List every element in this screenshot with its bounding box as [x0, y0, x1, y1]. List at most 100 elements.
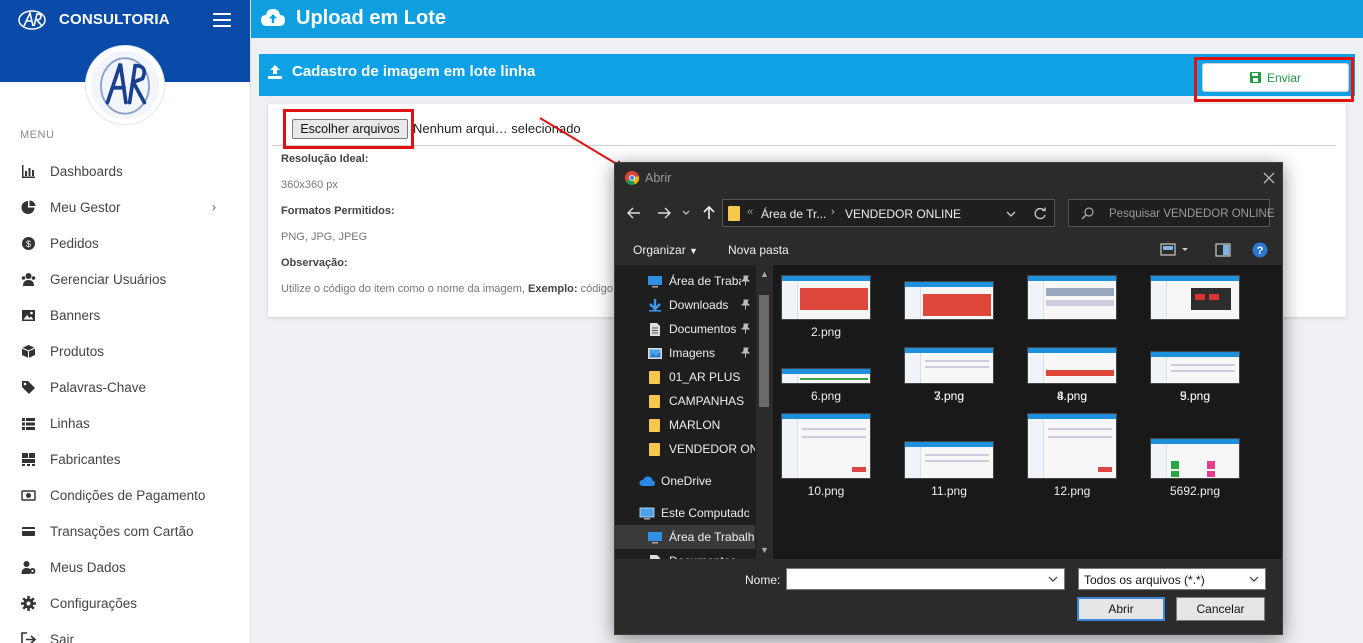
up-arrow-icon[interactable]: [701, 205, 717, 221]
sidebar-item-label: Condições de Pagamento: [50, 487, 206, 503]
sidebar-item-condicoes-de-pagamento[interactable]: Condições de Pagamento: [0, 477, 250, 513]
sidebar-item-pedidos[interactable]: $ Pedidos: [0, 225, 250, 261]
choose-files-button[interactable]: Escolher arquivos: [292, 119, 408, 139]
tree-item-label: Documentos: [669, 322, 737, 336]
chevron-down-icon[interactable]: [1005, 208, 1017, 220]
tree-item[interactable]: 01_AR PLUS: [615, 365, 755, 389]
brand-logo-icon: [17, 9, 47, 31]
sidebar-item-fabricantes[interactable]: Fabricantes: [0, 441, 250, 477]
document-icon: [650, 323, 660, 336]
sidebar-item-label: Linhas: [50, 415, 90, 431]
tree-item[interactable]: Downloads: [615, 293, 755, 317]
file-type-value: Todos os arquivos (*.*): [1084, 573, 1205, 587]
menu-title: MENU: [20, 129, 55, 141]
sidebar-item-label: Gerenciar Usuários: [50, 271, 167, 287]
observation-text-main: Utilize o código do item como o nome da …: [281, 283, 525, 295]
tree-item[interactable]: Área de Trabalho: [615, 525, 755, 549]
tree-item[interactable]: MARLON: [615, 413, 755, 437]
observation-label: Observação:: [281, 257, 348, 269]
breadcrumb-overflow-icon[interactable]: «: [747, 206, 753, 218]
cancel-button[interactable]: Cancelar: [1176, 597, 1265, 621]
close-icon[interactable]: [1260, 169, 1278, 187]
sidebar-item-label: Meu Gestor: [50, 199, 121, 215]
send-button[interactable]: Enviar: [1202, 63, 1349, 92]
search-input[interactable]: Pesquisar VENDEDOR ONLINE: [1068, 199, 1275, 227]
file-item[interactable]: 9.png: [1142, 351, 1248, 403]
sidebar-item-label: Dashboards: [50, 163, 123, 179]
sidebar-item-dashboards[interactable]: Dashboards: [0, 153, 250, 189]
file-thumbnail: [1150, 275, 1240, 320]
sidebar-item-produtos[interactable]: Produtos: [0, 333, 250, 369]
file-item[interactable]: 5.png: [1142, 275, 1248, 403]
tree-item[interactable]: CAMPANHAS: [615, 389, 755, 413]
tree-item[interactable]: Documentos: [615, 317, 755, 341]
svg-text:?: ?: [1257, 245, 1264, 257]
sidebar-item-linhas[interactable]: Linhas: [0, 405, 250, 441]
forward-arrow-icon[interactable]: [656, 205, 672, 221]
tree-item-label: 01_AR PLUS: [669, 370, 741, 384]
tree-item-label: OneDrive: [661, 474, 712, 488]
preview-pane-icon[interactable]: [1215, 242, 1231, 258]
scroll-up-icon[interactable]: ▲: [760, 269, 769, 279]
sidebar-item-banners[interactable]: Banners: [0, 297, 250, 333]
file-item[interactable]: 7.png: [896, 347, 1002, 403]
navigation-tree: Área de Trabalho Downloads Documentos Image…: [615, 265, 772, 559]
download-icon: [649, 299, 661, 312]
address-bar[interactable]: « Área de Tr... › VENDEDOR ONLINE: [722, 199, 1055, 227]
sidebar-item-palavras-chave[interactable]: Palavras-Chave: [0, 369, 250, 405]
open-button[interactable]: Abrir: [1077, 597, 1165, 621]
refresh-icon[interactable]: [1033, 207, 1047, 221]
sidebar-item-configuracoes[interactable]: Configurações: [0, 585, 250, 621]
tree-item[interactable]: Imagens: [615, 341, 755, 365]
file-type-select[interactable]: Todos os arquivos (*.*): [1078, 568, 1266, 590]
help-icon[interactable]: ?: [1252, 242, 1268, 258]
scroll-down-icon[interactable]: ▼: [760, 545, 769, 555]
sidebar-item-transacoes-com-cartao[interactable]: Transações com Cartão: [0, 513, 250, 549]
file-item[interactable]: 2.png: [773, 275, 879, 339]
file-item[interactable]: 3.png: [896, 281, 1002, 403]
organize-menu[interactable]: Organizar ▼: [633, 243, 698, 257]
recent-locations-chevron-icon[interactable]: [681, 205, 691, 221]
sidebar-item-gerenciar-usuarios[interactable]: Gerenciar Usuários: [0, 261, 250, 297]
bar-chart-icon: [21, 164, 36, 179]
folder-icon: [649, 371, 660, 384]
file-item[interactable]: 4.png: [1019, 275, 1125, 403]
chevron-down-icon[interactable]: [1047, 573, 1059, 585]
sidebar-item-meus-dados[interactable]: Meus Dados: [0, 549, 250, 585]
sidebar-item-label: Banners: [50, 307, 101, 323]
chevron-down-icon: [1249, 576, 1259, 582]
file-thumbnail: [781, 368, 871, 384]
scrollbar-thumb[interactable]: [759, 295, 769, 407]
folder-icon: [728, 206, 740, 221]
tree-item[interactable]: VENDEDOR ONLINE: [615, 437, 755, 461]
file-item[interactable]: 12.png: [1019, 413, 1125, 498]
tree-item[interactable]: Documentos: [615, 549, 755, 559]
file-item[interactable]: 5692.png: [1142, 438, 1248, 498]
sidebar-item-meu-gestor[interactable]: Meu Gestor ›: [0, 189, 250, 225]
view-options-icon[interactable]: [1160, 242, 1190, 258]
tree-scrollbar[interactable]: ▲ ▼: [756, 265, 772, 559]
resolution-label: Resolução Ideal:: [281, 153, 369, 165]
avatar: [86, 46, 164, 124]
breadcrumb-item[interactable]: Área de Tr...: [761, 207, 826, 221]
panel-header: Cadastro de imagem em lote linha Enviar: [259, 54, 1355, 96]
send-button-label: Enviar: [1266, 70, 1301, 85]
sidebar: CONSULTORIA MENU Dashboards Meu Gestor › $ P…: [0, 0, 251, 643]
dialog-navbar: « Área de Tr... › VENDEDOR ONLINE Pesqui…: [615, 197, 1282, 229]
tree-item[interactable]: OneDrive: [615, 469, 755, 493]
file-item[interactable]: 10.png: [773, 413, 879, 498]
file-item[interactable]: 8.png: [1019, 347, 1125, 403]
tree-item[interactable]: Área de Trabalho: [615, 269, 755, 293]
breadcrumb-item[interactable]: VENDEDOR ONLINE: [845, 207, 961, 221]
search-placeholder: Pesquisar VENDEDOR ONLINE: [1109, 208, 1275, 220]
new-folder-button[interactable]: Nova pasta: [728, 243, 789, 257]
chevron-right-icon: ›: [212, 200, 216, 214]
filename-input[interactable]: [786, 568, 1065, 590]
file-item[interactable]: 6.png: [773, 368, 879, 403]
sidebar-item-sair[interactable]: Sair: [0, 621, 250, 643]
tree-item[interactable]: Este Computador: [615, 501, 755, 525]
file-item[interactable]: 11.png: [896, 441, 1002, 498]
hamburger-menu-icon[interactable]: [213, 13, 231, 27]
back-arrow-icon[interactable]: [626, 205, 642, 221]
sidebar-item-label: Transações com Cartão: [50, 523, 194, 539]
